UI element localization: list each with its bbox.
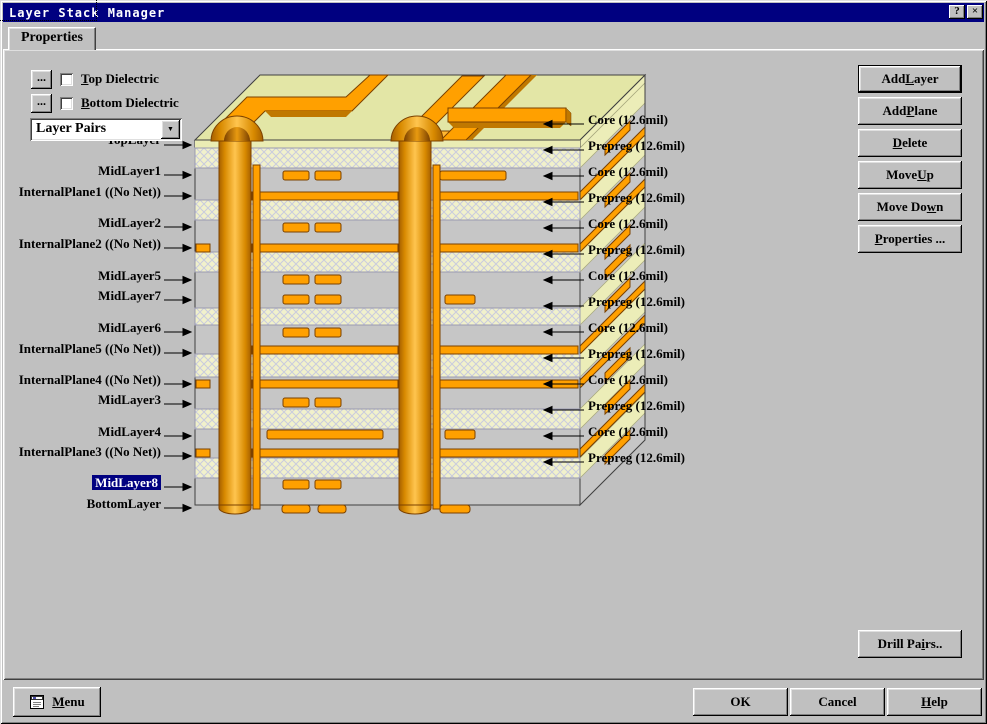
dielectric-annotation: Prepreg (12.6mil)	[588, 450, 685, 466]
top-dielectric-label: Top Dielectric	[81, 71, 159, 87]
dielectric-annotation: Core (12.6mil)	[588, 112, 668, 128]
move-up-button[interactable]: Move Up	[858, 161, 962, 189]
move-down-button[interactable]: Move Down	[858, 193, 962, 221]
layer-label[interactable]: MidLayer3	[0, 392, 161, 410]
add-plane-button[interactable]: Add Plane	[858, 97, 962, 125]
menu-button[interactable]: Menu	[13, 687, 101, 717]
dielectric-annotation: Core (12.6mil)	[588, 372, 668, 388]
dielectric-annotation: Core (12.6mil)	[588, 164, 668, 180]
tab-properties[interactable]: Properties	[8, 27, 96, 50]
dielectric-annotation: Core (12.6mil)	[588, 216, 668, 232]
title-bar[interactable]: Layer Stack Manager	[3, 3, 984, 22]
layer-label[interactable]: InternalPlane4 ((No Net))	[0, 372, 161, 390]
bottom-dielectric-browse-button[interactable]: ...	[31, 94, 52, 113]
layer-label[interactable]: BottomLayer	[0, 496, 161, 514]
dielectric-annotation: Prepreg (12.6mil)	[588, 398, 685, 414]
layer-mode-dropdown[interactable]: Layer Pairs ▼	[30, 118, 182, 141]
drill-pairs-button[interactable]: Drill Pairs..	[858, 630, 962, 658]
dielectric-annotation: Prepreg (12.6mil)	[588, 242, 685, 258]
dropdown-value: Layer Pairs	[36, 121, 106, 137]
delete-button[interactable]: Delete	[858, 129, 962, 157]
layer-label[interactable]: MidLayer5	[0, 268, 161, 286]
dielectric-annotation: Core (12.6mil)	[588, 268, 668, 284]
dielectric-annotation: Prepreg (12.6mil)	[588, 190, 685, 206]
dielectric-annotation: Prepreg (12.6mil)	[588, 138, 685, 154]
dielectric-annotation: Prepreg (12.6mil)	[588, 346, 685, 362]
layer-stack-manager-dialog: Layer Stack Manager ? × Properties ... T…	[0, 0, 987, 724]
properties-button[interactable]: Properties ...	[858, 225, 962, 253]
window-title: Layer Stack Manager	[3, 6, 165, 20]
close-icon[interactable]: ×	[967, 5, 983, 19]
menu-icon	[29, 694, 45, 710]
add-layer-button[interactable]: Add Layer	[858, 65, 962, 93]
layer-label[interactable]: InternalPlane3 ((No Net))	[0, 444, 161, 462]
layer-label[interactable]: MidLayer4	[0, 424, 161, 442]
layer-label[interactable]: MidLayer2	[0, 215, 161, 233]
top-dielectric-browse-button[interactable]: ...	[31, 70, 52, 89]
ok-button[interactable]: OK	[693, 688, 788, 716]
layer-label-selected[interactable]: MidLayer8	[0, 475, 161, 493]
dielectric-annotation: Core (12.6mil)	[588, 424, 668, 440]
chevron-down-icon[interactable]: ▼	[161, 120, 180, 139]
layer-label[interactable]: MidLayer7	[0, 288, 161, 306]
cancel-button[interactable]: Cancel	[790, 688, 885, 716]
help-button[interactable]: Help	[887, 688, 982, 716]
bottom-dielectric-checkbox[interactable]	[60, 97, 73, 110]
top-dielectric-checkbox[interactable]	[60, 73, 73, 86]
layer-label[interactable]: InternalPlane1 ((No Net))	[0, 184, 161, 202]
layer-label[interactable]: InternalPlane2 ((No Net))	[0, 236, 161, 254]
layer-label[interactable]: MidLayer1	[0, 163, 161, 181]
help-icon[interactable]: ?	[949, 5, 965, 19]
dielectric-annotation: Core (12.6mil)	[588, 320, 668, 336]
bottom-dielectric-label: Bottom Dielectric	[81, 95, 179, 111]
menu-button-label: Menu	[52, 694, 85, 710]
dielectric-annotation: Prepreg (12.6mil)	[588, 294, 685, 310]
layer-label[interactable]: InternalPlane5 ((No Net))	[0, 341, 161, 359]
layer-label[interactable]: MidLayer6	[0, 320, 161, 338]
